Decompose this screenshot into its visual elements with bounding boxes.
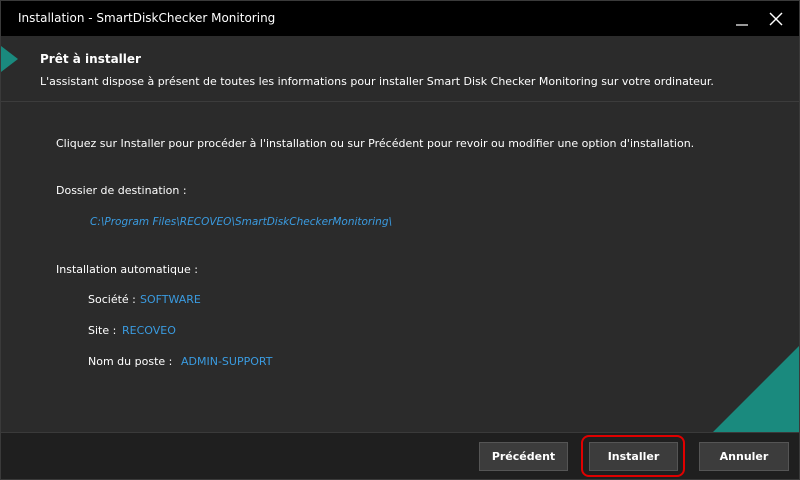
installer-window: Installation - SmartDiskChecker Monitori…: [0, 0, 800, 480]
button-bar: Précédent Installer Annuler: [1, 432, 799, 479]
back-button[interactable]: Précédent: [479, 442, 568, 471]
page-header: Prêt à installer L'assistant dispose à p…: [1, 36, 799, 101]
minimize-icon: [736, 23, 748, 26]
close-icon: [769, 12, 783, 25]
company-label: Société :: [88, 293, 136, 306]
cancel-button[interactable]: Annuler: [699, 442, 789, 471]
destination-label: Dossier de destination :: [56, 184, 187, 197]
auto-install-label: Installation automatique :: [56, 263, 198, 276]
workstation-value: ADMIN-SUPPORT: [181, 355, 273, 368]
page-title: Prêt à installer: [40, 52, 141, 66]
summary-panel: Cliquez sur Installer pour procéder à l'…: [1, 102, 799, 432]
window-title: Installation - SmartDiskChecker Monitori…: [18, 11, 276, 25]
company-value: SOFTWARE: [140, 293, 201, 306]
close-button[interactable]: [761, 1, 791, 36]
minimize-button[interactable]: [727, 1, 757, 36]
corner-decoration: [713, 346, 799, 432]
workstation-label: Nom du poste :: [88, 355, 173, 368]
title-bar: Installation - SmartDiskChecker Monitori…: [1, 1, 799, 36]
install-button[interactable]: Installer: [589, 442, 678, 471]
site-label: Site :: [88, 324, 117, 337]
intro-text: Cliquez sur Installer pour procéder à l'…: [56, 137, 695, 150]
header-arrow-icon: [1, 46, 18, 72]
site-value: RECOVEO: [122, 324, 176, 337]
page-subtitle: L'assistant dispose à présent de toutes …: [40, 75, 714, 88]
destination-path: C:\Program Files\RECOVEO\SmartDiskChecke…: [90, 216, 393, 228]
